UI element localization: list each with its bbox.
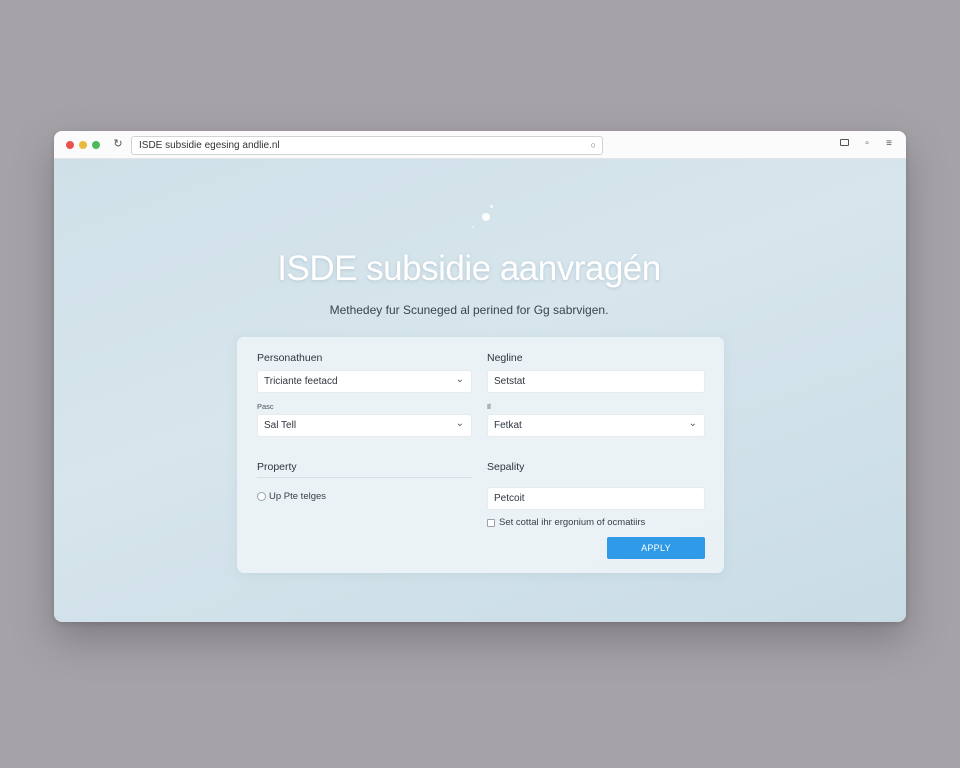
property-radio-label: Up Pte telges: [269, 491, 327, 502]
il-label: Il: [487, 402, 491, 411]
personal-select[interactable]: Triciante feetacd ⌄: [257, 370, 472, 393]
page-subtitle: Methedey fur Scuneged al perined for Gg …: [329, 303, 609, 317]
personal-section-label: Personathuen: [257, 352, 323, 364]
share-icon[interactable]: ▫: [861, 138, 873, 150]
apply-button[interactable]: APPLY: [607, 537, 705, 559]
lock-icon: ○: [590, 140, 596, 150]
right-input[interactable]: Setstat: [487, 370, 705, 393]
second-select-value: Sal Tell: [264, 420, 297, 431]
sparkle-decoration: [472, 226, 474, 228]
capacity-input-value: Petcoit: [494, 493, 525, 504]
minimize-window-button[interactable]: [79, 141, 87, 149]
chevron-down-icon: ⌄: [688, 418, 697, 429]
sparkle-decoration: [490, 205, 493, 208]
property-radio[interactable]: [257, 492, 266, 501]
capacity-input[interactable]: Petcoit: [487, 487, 705, 510]
terms-checkbox[interactable]: [487, 519, 495, 527]
reload-icon[interactable]: ↻: [111, 137, 125, 151]
browser-titlebar: ↻ ISDE subsidie egesing andlie.nl ○ ▫ ≡: [54, 131, 906, 159]
maximize-window-button[interactable]: [92, 141, 100, 149]
right-section-label: Negline: [487, 352, 523, 364]
chevron-down-icon: ⌄: [455, 418, 464, 429]
sparkle-decoration: [482, 213, 490, 221]
personal-select-value: Triciante feetacd: [264, 376, 338, 387]
second-select[interactable]: Sal Tell ⌄: [257, 414, 472, 437]
right-input-value: Setstat: [494, 376, 526, 387]
subsidy-form-card: Personathuen Triciante feetacd ⌄ Pasc Sa…: [237, 337, 724, 573]
page-title: ISDE subsidie aanvragén: [277, 249, 661, 288]
url-text: ISDE subsidie egesing andlie.nl: [139, 140, 280, 151]
window-icon[interactable]: [838, 138, 850, 150]
menu-icon[interactable]: ≡: [883, 138, 895, 150]
property-label: Property: [257, 461, 297, 473]
terms-checkbox-label: Set cottal ihr ergonium of ocmatiirs: [499, 517, 646, 528]
browser-window: ↻ ISDE subsidie egesing andlie.nl ○ ▫ ≡ …: [54, 131, 906, 622]
right-select-value: Fetkat: [494, 420, 522, 431]
pasc-label: Pasc: [257, 402, 274, 411]
right-select[interactable]: Fetkat ⌄: [487, 414, 705, 437]
divider: [257, 477, 472, 478]
chevron-down-icon: ⌄: [455, 374, 464, 385]
capacity-label: Sepality: [487, 461, 525, 473]
address-bar[interactable]: ISDE subsidie egesing andlie.nl ○: [131, 136, 603, 155]
close-window-button[interactable]: [66, 141, 74, 149]
